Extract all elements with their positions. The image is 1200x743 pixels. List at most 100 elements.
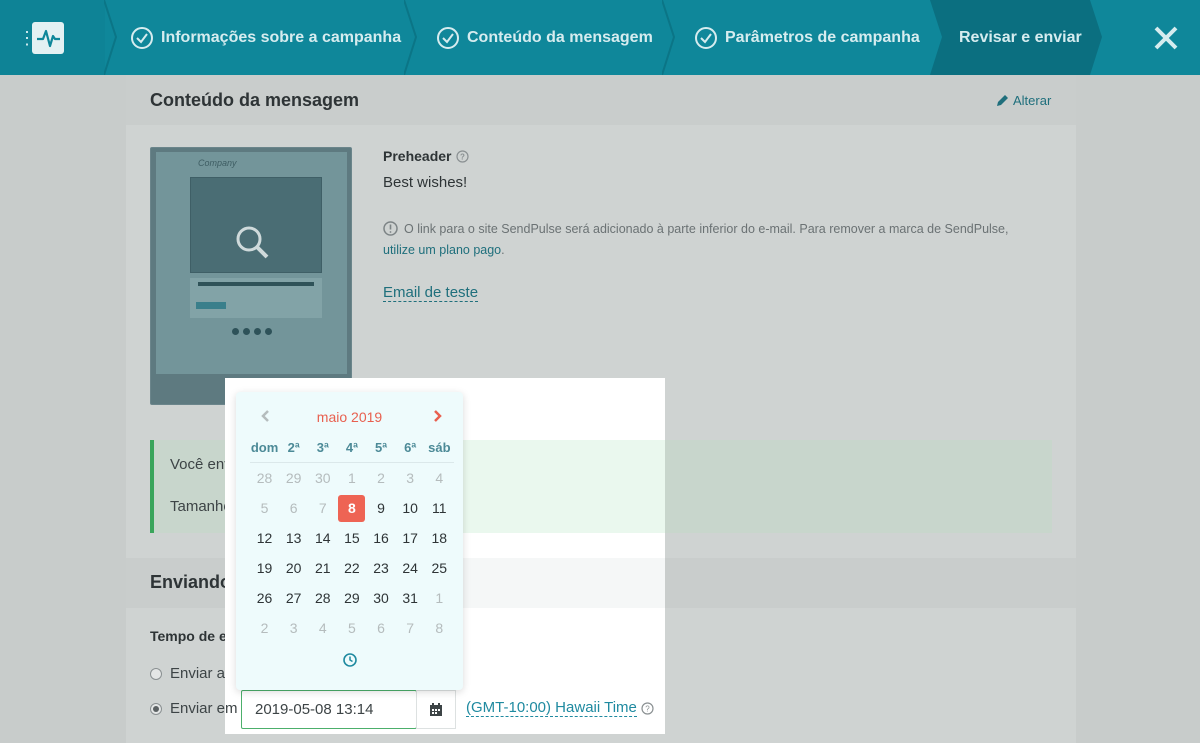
- calendar-day[interactable]: 1: [337, 470, 366, 486]
- calendar-day-number: 29: [344, 590, 360, 606]
- calendar-day[interactable]: 31: [396, 590, 425, 606]
- calendar-day[interactable]: 5: [250, 500, 279, 516]
- check-circle-icon: [131, 26, 153, 49]
- next-month-icon[interactable]: [427, 406, 447, 426]
- calendar-day-number: 23: [373, 560, 389, 576]
- calendar-day[interactable]: 3: [279, 620, 308, 636]
- step-separator: [404, 0, 418, 75]
- preview-body: Company: [156, 152, 347, 374]
- calendar-day[interactable]: 2: [250, 620, 279, 636]
- calendar-day[interactable]: 15: [337, 530, 366, 546]
- pencil-icon: [997, 95, 1008, 106]
- calendar-day[interactable]: 29: [279, 470, 308, 486]
- weekday-label: 2ª: [287, 439, 300, 455]
- help-icon[interactable]: ?: [456, 149, 470, 163]
- calendar-day-number: 2: [377, 470, 385, 486]
- calendar-day[interactable]: 8: [425, 620, 454, 636]
- calendar-day[interactable]: 23: [367, 560, 396, 576]
- send-at-radio[interactable]: [150, 702, 162, 715]
- calendar-day[interactable]: 16: [367, 530, 396, 546]
- calendar-day[interactable]: 14: [308, 530, 337, 546]
- calendar-day-number: 8: [338, 494, 366, 522]
- calendar-day[interactable]: 7: [308, 500, 337, 516]
- step-separator: [662, 0, 676, 75]
- calendar-day[interactable]: 2: [367, 470, 396, 486]
- calendar-day[interactable]: 26: [250, 590, 279, 606]
- timezone-label: (GMT-10:00) Hawaii Time: [466, 699, 637, 717]
- calendar-day[interactable]: 9: [367, 500, 396, 516]
- calendar-day[interactable]: 3: [396, 470, 425, 486]
- calendar-day[interactable]: 30: [367, 590, 396, 606]
- calendar-day[interactable]: 1: [425, 590, 454, 606]
- weekday-label: 5ª: [375, 439, 388, 455]
- app-menu-button[interactable]: ⋮: [0, 0, 105, 75]
- edit-content-link[interactable]: Alterar: [996, 93, 1051, 108]
- preheader-label: Preheader ?: [383, 148, 470, 164]
- calendar-button[interactable]: [416, 690, 456, 729]
- calendar-day-number: 26: [256, 590, 273, 606]
- close-icon[interactable]: [1150, 22, 1182, 54]
- calendar-day[interactable]: 27: [279, 590, 308, 606]
- summary-size: Tamanho: [170, 498, 232, 515]
- calendar-day[interactable]: 12: [250, 530, 279, 546]
- calendar-day-number: 4: [318, 620, 327, 636]
- paid-plan-link[interactable]: utilize um plano pago: [383, 243, 501, 257]
- send-now-radio[interactable]: [150, 667, 162, 680]
- test-email-link[interactable]: Email de teste: [383, 284, 479, 302]
- calendar-day[interactable]: 4: [308, 620, 337, 636]
- calendar-day-number: 7: [318, 500, 327, 516]
- calendar-day[interactable]: 18: [425, 530, 454, 546]
- preview-button: [196, 302, 226, 309]
- check-circle-icon: [437, 26, 459, 49]
- calendar-day-number: 18: [431, 530, 448, 546]
- calendar-day[interactable]: 17: [396, 530, 425, 546]
- calendar-day[interactable]: 6: [279, 500, 308, 516]
- calendar-day[interactable]: 10: [396, 500, 425, 516]
- send-at-option[interactable]: Enviar em: [150, 700, 238, 717]
- calendar-day[interactable]: 30: [308, 470, 337, 486]
- clock-icon[interactable]: [342, 652, 358, 668]
- step-campaign-info[interactable]: Informações sobre a campanha: [130, 0, 401, 75]
- calendar-day-number: 6: [289, 500, 298, 516]
- calendar-day-number: 30: [373, 590, 389, 606]
- calendar-day-number: 31: [402, 590, 418, 606]
- calendar-day[interactable]: 25: [425, 560, 454, 576]
- focus-highlight-header: [463, 558, 665, 608]
- svg-text:?: ?: [461, 152, 466, 161]
- calendar-day-number: 15: [344, 530, 360, 546]
- send-datetime-input[interactable]: 2019-05-08 13:14: [241, 690, 417, 729]
- calendar-day[interactable]: 28: [308, 590, 337, 606]
- timezone-selector[interactable]: (GMT-10:00) Hawaii Time ?: [466, 699, 654, 717]
- calendar-day[interactable]: 6: [367, 620, 396, 636]
- calendar-day[interactable]: 20: [279, 560, 308, 576]
- step-review-send[interactable]: Revisar e enviar: [959, 0, 1082, 75]
- calendar-day[interactable]: 13: [279, 530, 308, 546]
- preview-offer-text: [198, 282, 314, 286]
- preheader-label-text: Preheader: [383, 148, 452, 164]
- calendar-day[interactable]: 7: [396, 620, 425, 636]
- calendar-day[interactable]: 24: [396, 560, 425, 576]
- calendar-day[interactable]: 5: [337, 620, 366, 636]
- calendar-day[interactable]: 4: [425, 470, 454, 486]
- calendar-day-number: 24: [402, 560, 418, 576]
- calendar-day[interactable]: 28: [250, 470, 279, 486]
- calendar-day[interactable]: 29: [337, 590, 366, 606]
- calendar-day-selected[interactable]: 8: [337, 494, 366, 522]
- calendar-day-number: 7: [406, 620, 415, 636]
- email-preview-thumbnail[interactable]: Company: [150, 147, 352, 405]
- calendar-day-number: 22: [344, 560, 360, 576]
- calendar-day-number: 4: [435, 470, 444, 486]
- calendar-day[interactable]: 22: [337, 560, 366, 576]
- calendar-day[interactable]: 21: [308, 560, 337, 576]
- info-icon: [383, 221, 398, 236]
- calendar-day[interactable]: 11: [425, 500, 454, 516]
- step-message-content[interactable]: Conteúdo da mensagem: [436, 0, 653, 75]
- calendar-day-number: 1: [348, 470, 356, 486]
- calendar-day[interactable]: 19: [250, 560, 279, 576]
- step-campaign-params[interactable]: Parâmetros de campanha: [694, 0, 920, 75]
- calendar-day-number: 5: [260, 500, 269, 516]
- calendar-day-number: 8: [435, 620, 444, 636]
- magnifier-icon[interactable]: [234, 224, 270, 260]
- calendar-day-number: 11: [432, 500, 447, 516]
- help-icon[interactable]: ?: [641, 701, 654, 715]
